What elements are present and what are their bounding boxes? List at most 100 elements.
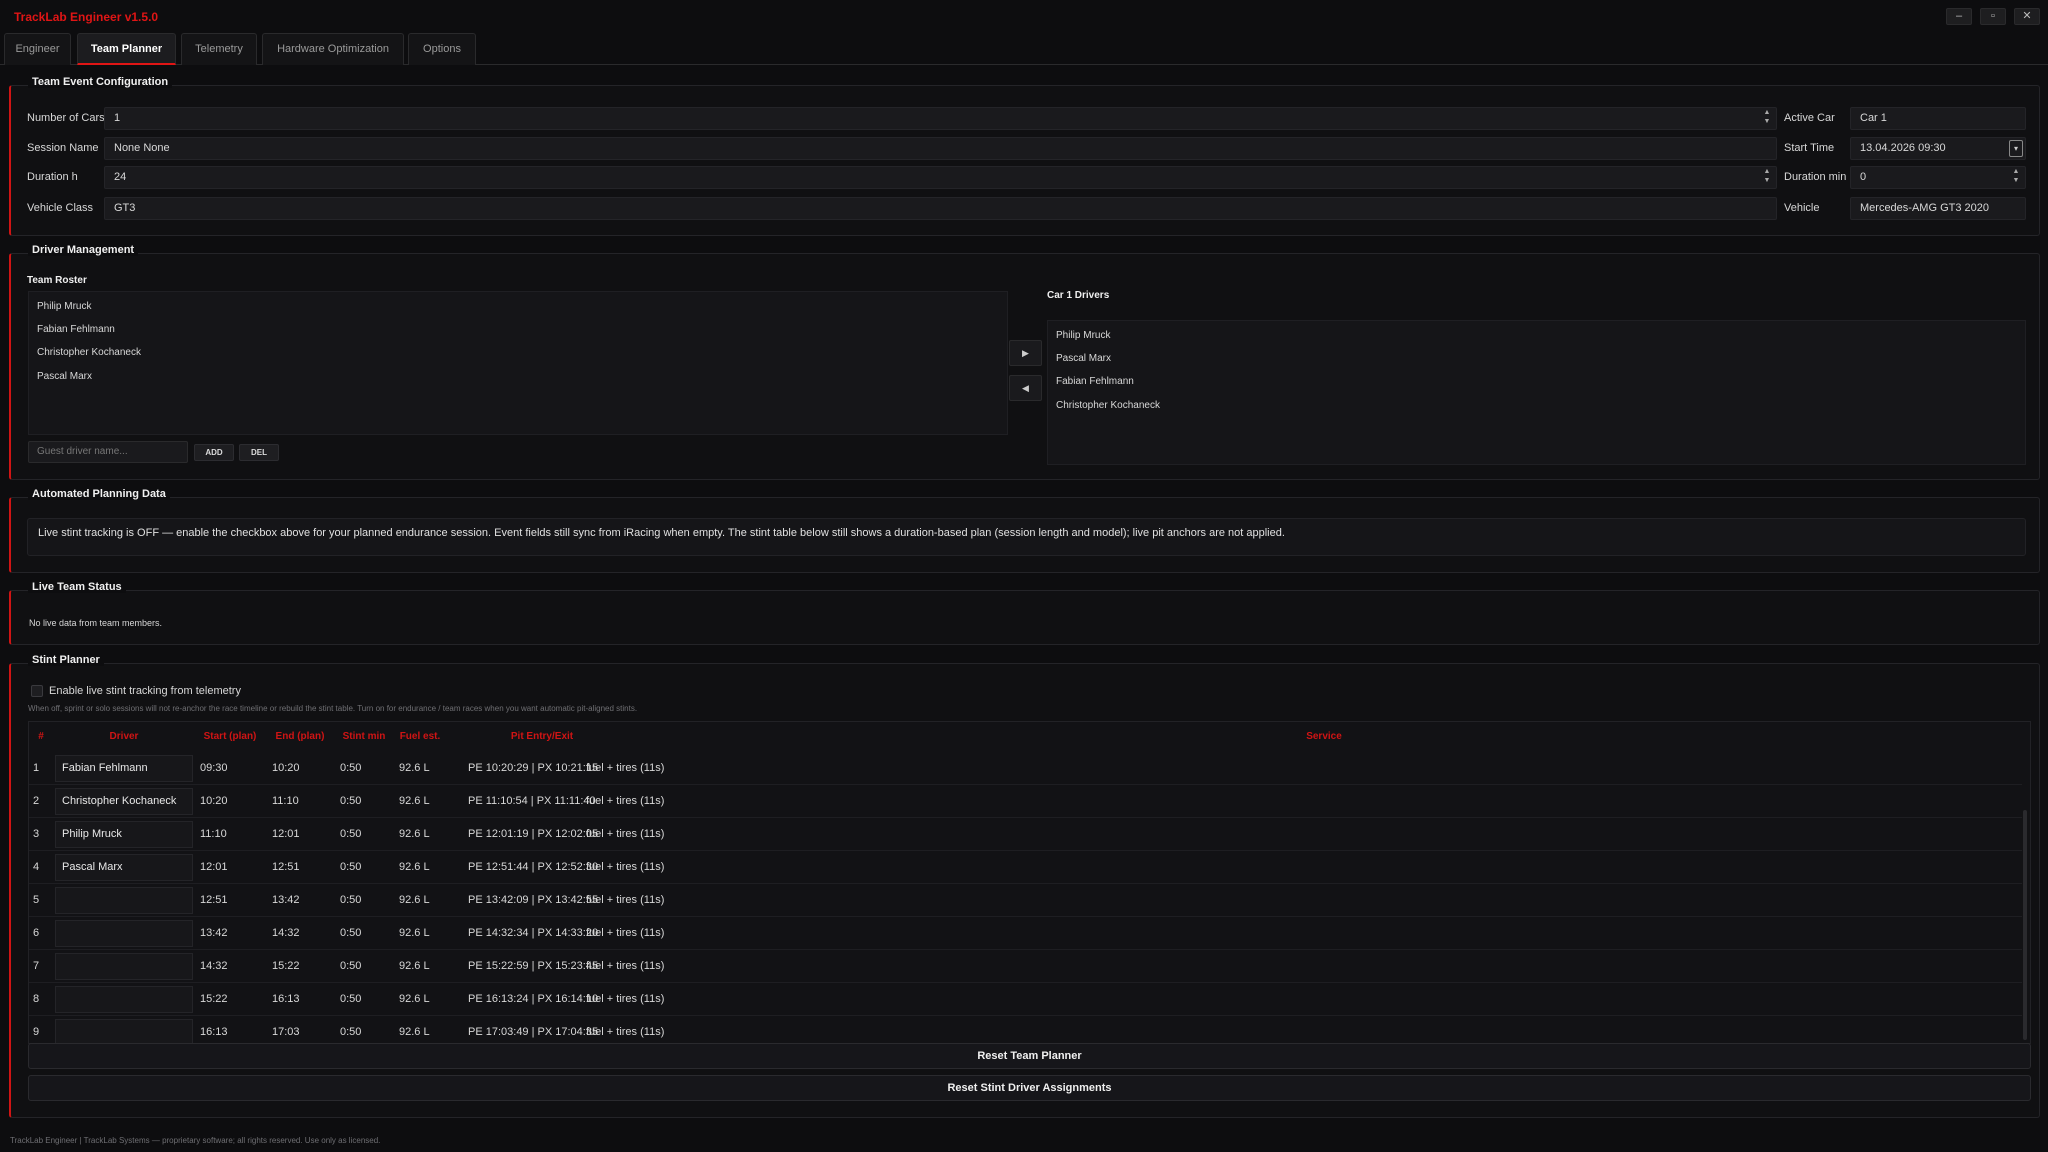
minimize-button[interactable]: – xyxy=(1946,8,1972,25)
spin-up-icon[interactable]: ▲ xyxy=(1762,109,1772,117)
move-left-button[interactable]: ◀ xyxy=(1009,375,1042,401)
table-row[interactable]: 2 10:20 11:10 0:50 92.6 L PE 11:10:54 | PX 11… xyxy=(29,785,2022,818)
driver-management-group: Driver Management Team Roster Philip Mru… xyxy=(9,244,2040,480)
stint-driver-select[interactable]: Pascal Marx xyxy=(55,854,193,881)
list-item[interactable]: Christopher Kochaneck xyxy=(1056,400,1160,411)
stint-pit: PE 11:10:54 | PX 11:11:40 xyxy=(468,795,596,807)
stint-start: 10:20 xyxy=(200,795,228,807)
list-item[interactable]: Pascal Marx xyxy=(37,371,92,382)
group-title: Live Team Status xyxy=(28,581,126,593)
reset-stint-assignments-button[interactable]: Reset Stint Driver Assignments xyxy=(28,1075,2031,1101)
stint-length: 0:50 xyxy=(340,960,362,972)
stint-service: fuel + tires (11s) xyxy=(586,861,665,873)
list-item[interactable]: Fabian Fehlmann xyxy=(37,324,115,335)
close-button[interactable]: ✕ xyxy=(2014,8,2040,25)
stint-driver-select[interactable]: Fabian Fehlmann xyxy=(55,755,193,782)
list-item[interactable]: Pascal Marx xyxy=(1056,353,1111,364)
table-row[interactable]: 4 12:01 12:51 0:50 92.6 L PE 12:51:44 | PX 12… xyxy=(29,851,2022,884)
tab-team-planner[interactable]: Team Planner xyxy=(77,33,176,65)
stint-driver-select[interactable]: Christopher Kochaneck xyxy=(55,788,193,815)
table-row[interactable]: 1 09:30 10:20 0:50 92.6 L PE 10:20:29 | PX 10… xyxy=(29,752,2022,785)
stint-service: fuel + tires (11s) xyxy=(586,960,665,972)
table-row[interactable]: 8 15:22 16:13 0:50 92.6 L PE 16:13:24 | PX 16… xyxy=(29,983,2022,1016)
active-car-label: Active Car xyxy=(1784,112,1835,124)
duration-h-value: 24 xyxy=(114,171,127,183)
list-item[interactable]: Fabian Fehlmann xyxy=(1056,376,1134,387)
delete-driver-button[interactable]: DEL xyxy=(239,444,279,461)
column-header[interactable]: Fuel est. xyxy=(395,731,445,742)
start-time-label: Start Time xyxy=(1784,142,1835,154)
stint-pit: PE 13:42:09 | PX 13:42:55 xyxy=(468,894,599,906)
stint-start: 11:10 xyxy=(200,828,227,840)
stint-pit: PE 10:20:29 | PX 10:21:15 xyxy=(468,762,599,774)
column-header[interactable]: Driver xyxy=(55,731,193,742)
stint-driver-select[interactable]: Philip Mruck xyxy=(55,821,193,848)
stint-service: fuel + tires (11s) xyxy=(586,993,665,1005)
column-header[interactable]: Stint min xyxy=(335,731,393,742)
maximize-button[interactable]: ▫ xyxy=(1980,8,2006,25)
duration-min-spinbox[interactable]: 0 ▲ ▼ xyxy=(1850,166,2026,189)
table-row[interactable]: 7 14:32 15:22 0:50 92.6 L PE 15:22:59 | PX 15… xyxy=(29,950,2022,983)
spin-up-icon[interactable]: ▲ xyxy=(2011,168,2021,176)
tab-telemetry[interactable]: Telemetry xyxy=(181,33,257,65)
move-right-button[interactable]: ▶ xyxy=(1009,340,1042,366)
session-name-field[interactable]: None None xyxy=(104,137,1777,160)
table-row[interactable]: 6 13:42 14:32 0:50 92.6 L PE 14:32:34 | PX 14… xyxy=(29,917,2022,950)
stint-start: 12:51 xyxy=(200,894,228,906)
stint-fuel: 92.6 L xyxy=(399,927,430,939)
stint-driver-select[interactable] xyxy=(55,986,193,1013)
column-header[interactable]: Service xyxy=(639,731,2009,742)
column-header[interactable]: End (plan) xyxy=(267,731,333,742)
vehicle-field[interactable]: Mercedes-AMG GT3 2020 xyxy=(1850,197,2026,220)
tab-hardware-optimization[interactable]: Hardware Optimization xyxy=(262,33,404,65)
active-car-field[interactable]: Car 1 xyxy=(1850,107,2026,130)
spin-down-icon[interactable]: ▼ xyxy=(1762,177,1772,185)
stint-table: # Driver Start (plan) End (plan) Stint m… xyxy=(28,721,2031,1044)
stint-driver-select[interactable] xyxy=(55,953,193,980)
list-item[interactable]: Philip Mruck xyxy=(1056,330,1110,341)
column-header[interactable]: Start (plan) xyxy=(195,731,265,742)
number-of-cars-spinbox[interactable]: 1 ▲ ▼ xyxy=(104,107,1777,130)
stint-driver-select[interactable] xyxy=(55,887,193,914)
stint-service: fuel + tires (11s) xyxy=(586,1026,665,1038)
list-item[interactable]: Philip Mruck xyxy=(37,301,91,312)
stint-pit: PE 12:01:19 | PX 12:02:05 xyxy=(468,828,599,840)
automated-planning-group: Automated Planning Data Live stint track… xyxy=(9,488,2040,573)
reset-team-planner-button[interactable]: Reset Team Planner xyxy=(28,1043,2031,1069)
session-name-label: Session Name xyxy=(27,142,99,154)
column-header[interactable]: # xyxy=(33,731,49,742)
vehicle-label: Vehicle xyxy=(1784,202,1820,214)
stint-service: fuel + tires (11s) xyxy=(586,894,665,906)
stint-driver-select[interactable] xyxy=(55,1019,193,1043)
stint-fuel: 92.6 L xyxy=(399,762,430,774)
tab-options[interactable]: Options xyxy=(408,33,476,65)
spin-up-icon[interactable]: ▲ xyxy=(1762,168,1772,176)
table-row[interactable]: 9 16:13 17:03 0:50 92.6 L PE 17:03:49 | PX 17… xyxy=(29,1016,2022,1043)
start-time-field[interactable]: 13.04.2026 09:30 ▾ xyxy=(1850,137,2026,160)
duration-h-spinbox[interactable]: 24 ▲ ▼ xyxy=(104,166,1777,189)
stint-length: 0:50 xyxy=(340,927,362,939)
stint-length: 0:50 xyxy=(340,1026,362,1038)
stint-pit: PE 16:13:24 | PX 16:14:10 xyxy=(468,993,599,1005)
car-drivers-list[interactable]: Philip Mruck Pascal Marx Fabian Fehlmann… xyxy=(1047,320,2026,465)
stint-driver-select[interactable] xyxy=(55,920,193,947)
table-scrollbar[interactable] xyxy=(2023,810,2027,1040)
team-roster-list[interactable]: Philip Mruck Fabian Fehlmann Christopher… xyxy=(28,291,1008,435)
guest-driver-input[interactable]: Guest driver name... xyxy=(28,441,188,463)
car-drivers-title: Car 1 Drivers xyxy=(1047,290,1110,301)
start-time-value: 13.04.2026 09:30 xyxy=(1860,142,1946,154)
live-tracking-checkbox[interactable] xyxy=(31,685,43,697)
stint-start: 16:13 xyxy=(200,1026,228,1038)
chevron-down-icon[interactable]: ▾ xyxy=(2009,140,2023,157)
table-row[interactable]: 3 11:10 12:01 0:50 92.6 L PE 12:01:19 | PX 12… xyxy=(29,818,2022,851)
stint-number: 5 xyxy=(33,894,40,906)
add-driver-button[interactable]: ADD xyxy=(194,444,234,461)
column-header[interactable]: Pit Entry/Exit xyxy=(447,731,637,742)
list-item[interactable]: Christopher Kochaneck xyxy=(37,347,141,358)
live-tracking-label[interactable]: Enable live stint tracking from telemetr… xyxy=(49,685,241,697)
tab-engineer[interactable]: Engineer xyxy=(4,33,71,65)
spin-down-icon[interactable]: ▼ xyxy=(2011,177,2021,185)
table-row[interactable]: 5 12:51 13:42 0:50 92.6 L PE 13:42:09 | PX 13… xyxy=(29,884,2022,917)
spin-down-icon[interactable]: ▼ xyxy=(1762,118,1772,126)
vehicle-class-field[interactable]: GT3 xyxy=(104,197,1777,220)
